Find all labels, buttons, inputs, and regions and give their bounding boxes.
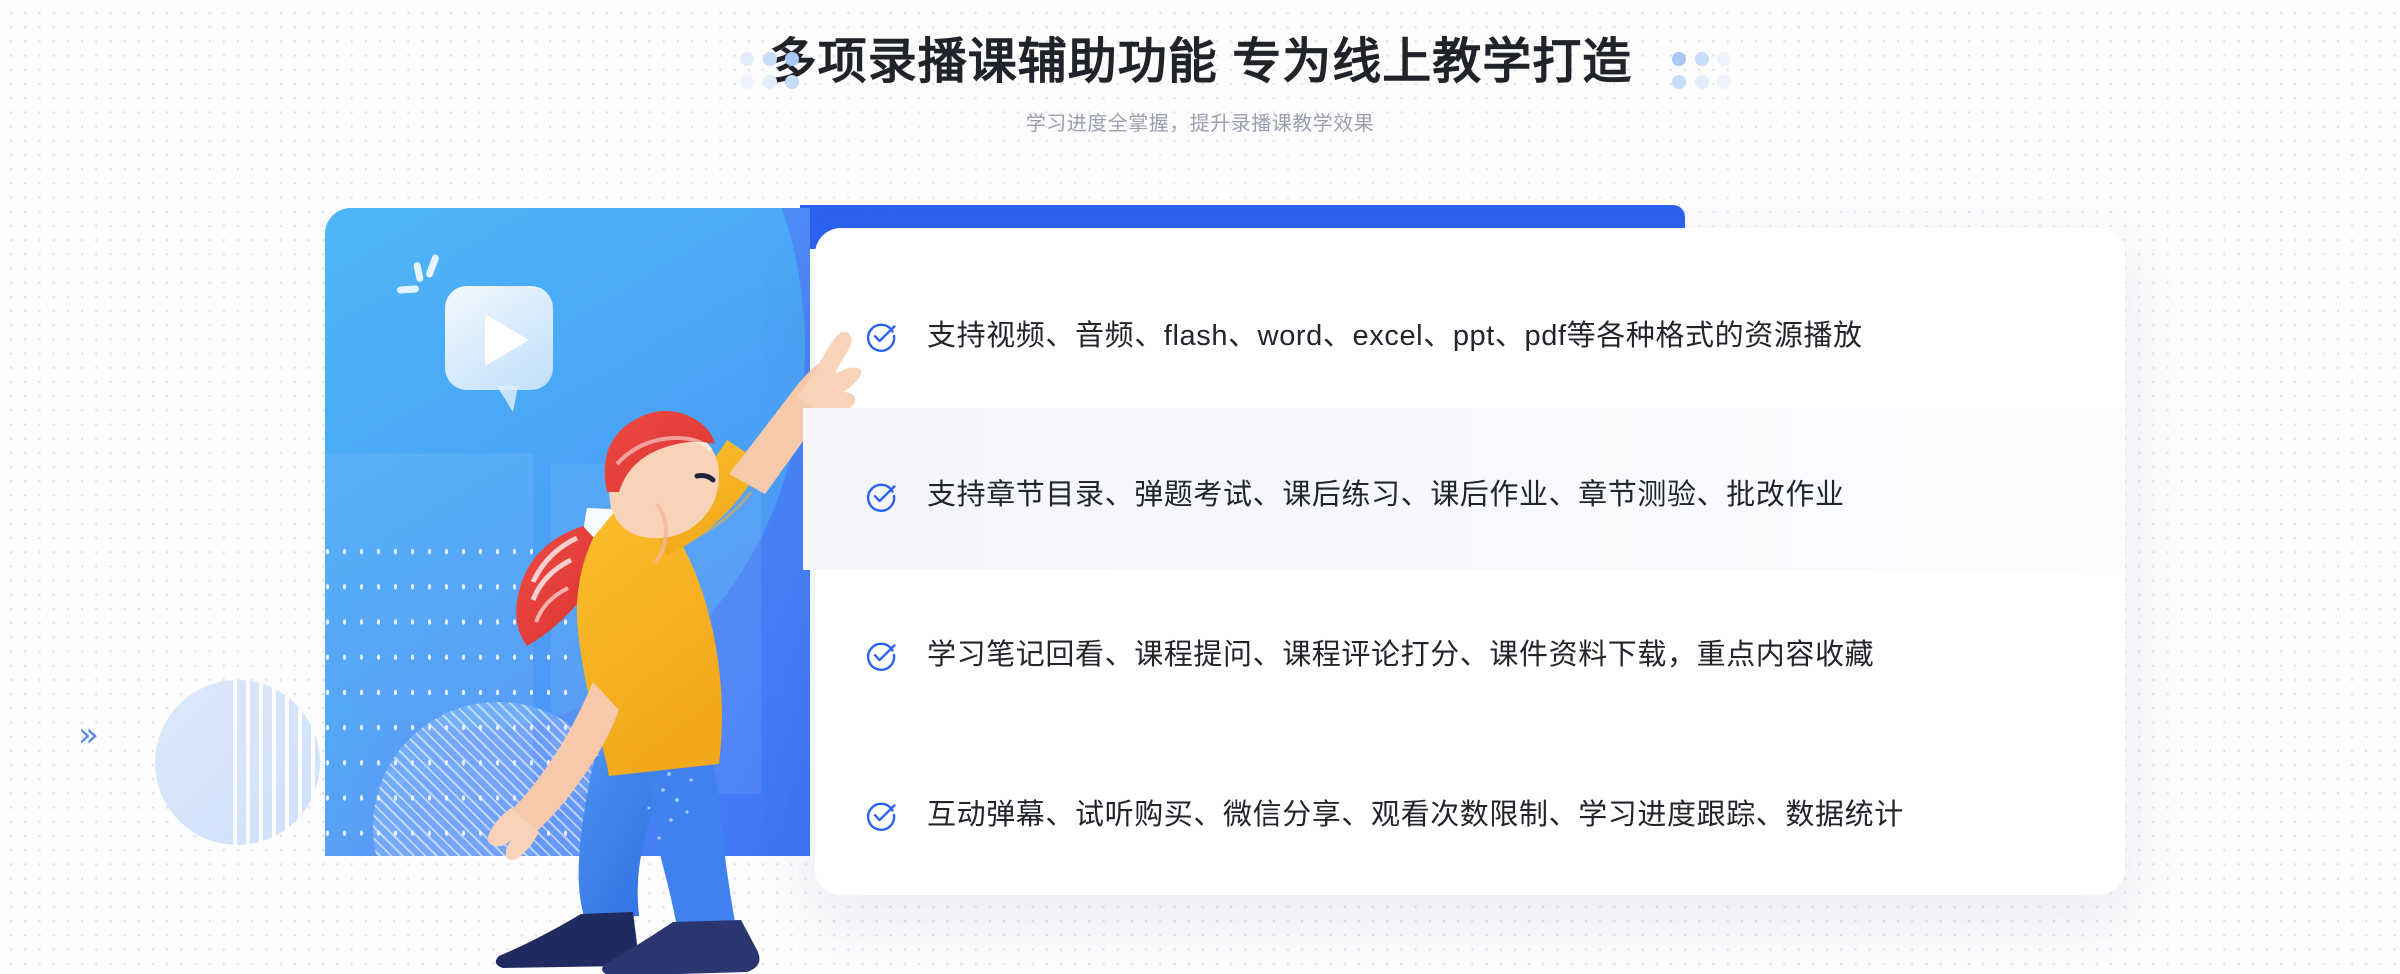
- feature-text: 支持视频、音频、flash、word、excel、ppt、pdf等各种格式的资源…: [927, 319, 1863, 352]
- dot: [1717, 75, 1732, 89]
- chevron-right-icon: »: [78, 715, 99, 755]
- dot: [1672, 75, 1686, 89]
- feature-text: 互动弹幕、试听购买、微信分享、观看次数限制、学习进度跟踪、数据统计: [927, 798, 1904, 831]
- dot: [740, 52, 754, 66]
- feature-list: 支持视频、音频、flash、word、excel、ppt、pdf等各种格式的资源…: [815, 228, 2125, 895]
- feature-text: 学习笔记回看、课程提问、课程评论打分、课件资料下载，重点内容收藏: [927, 639, 1875, 672]
- dot: [1672, 52, 1686, 66]
- decorative-dot-grid-right: [1672, 52, 1734, 92]
- list-item[interactable]: 支持视频、音频、flash、word、excel、ppt、pdf等各种格式的资源…: [815, 256, 2125, 416]
- check-circle-icon: [866, 483, 896, 512]
- page-subtitle: 学习进度全掌握，提升录播课教学效果: [1025, 113, 1375, 136]
- online-course-illustration: »: [325, 208, 810, 856]
- dot: [1717, 52, 1732, 66]
- page-title: 多项录播课辅助功能 专为线上教学打造: [767, 35, 1633, 89]
- chevron-left-icon: »: [525, 611, 546, 651]
- decorative-dot-grid-left: [740, 52, 802, 92]
- check-circle-icon: [866, 802, 896, 832]
- dot: [1694, 75, 1709, 89]
- list-item[interactable]: 互动弹幕、试听购买、微信分享、观看次数限制、学习进度跟踪、数据统计: [815, 735, 2125, 895]
- feature-text: 支持章节目录、弹题考试、课后练习、课后作业、章节测验、批改作业: [927, 479, 1845, 512]
- check-circle-icon: [866, 323, 896, 352]
- dot: [762, 75, 777, 89]
- dot: [785, 75, 800, 89]
- dot: [785, 52, 800, 66]
- list-item[interactable]: 支持章节目录、弹题考试、课后练习、课后作业、章节测验、批改作业: [815, 416, 2125, 576]
- header: 多项录播课辅助功能 专为线上教学打造 学习进度全掌握，提升录播课教学效果: [0, 0, 2400, 160]
- dot: [1694, 52, 1709, 66]
- dot: [762, 52, 777, 66]
- check-circle-icon: [866, 643, 896, 672]
- dot: [740, 75, 754, 89]
- promo-banner: 多项录播课辅助功能 专为线上教学打造 学习进度全掌握，提升录播课教学效果 » »…: [0, 0, 2400, 974]
- list-item[interactable]: 学习笔记回看、课程提问、课程评论打分、课件资料下载，重点内容收藏: [815, 576, 2125, 736]
